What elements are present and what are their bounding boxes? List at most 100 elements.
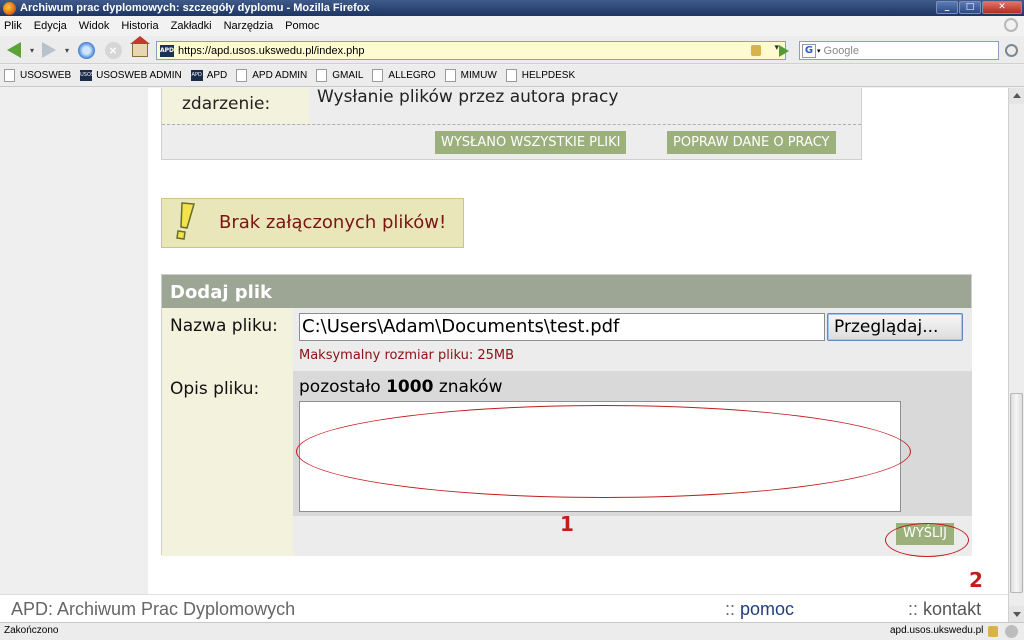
filename-input[interactable]: C:\Users\Adam\Documents\test.pdf	[299, 313, 825, 341]
bookmark-helpdesk[interactable]: HELPDESK	[505, 69, 575, 82]
event-value: Wysłanie plików przez autora pracy	[317, 88, 619, 107]
contact-link[interactable]: kontakt	[923, 599, 981, 619]
apd-icon: APD	[190, 70, 203, 81]
close-button[interactable]: ✕	[982, 1, 1022, 14]
url-bar[interactable]: APD https://apd.usos.ukswedu.pl/index.ph…	[156, 41, 786, 60]
remaining-prefix: pozostało	[299, 377, 387, 397]
menu-bar: Plik Edycja Widok Historia Zakładki Narz…	[0, 16, 1024, 36]
footer-separator: ::	[725, 599, 736, 619]
page-icon	[236, 69, 248, 82]
edit-thesis-data-button[interactable]: POPRAW DANE O PRACY	[667, 131, 836, 154]
minimize-button[interactable]: _	[936, 1, 958, 14]
menu-historia[interactable]: Historia	[121, 20, 158, 32]
scrollbar-thumb[interactable]	[1010, 393, 1023, 593]
footer-contact: :: kontakt	[908, 599, 981, 620]
firefox-icon	[3, 1, 16, 15]
page-icon	[372, 69, 384, 82]
bookmark-gmail[interactable]: GMAIL	[316, 69, 363, 82]
stop-button[interactable]: ×	[103, 40, 123, 60]
forward-arrow-icon	[42, 42, 56, 58]
reload-icon	[77, 41, 95, 59]
event-panel: zdarzenie: Wysłanie plików przez autora …	[161, 88, 862, 160]
menu-plik[interactable]: Plik	[4, 20, 22, 32]
annotation-ellipse-send	[885, 523, 969, 557]
annotation-number-2: 2	[969, 568, 983, 592]
form-title: Dodaj plik	[170, 282, 272, 303]
back-history-dropdown[interactable]: ▾	[28, 40, 36, 60]
bookmark-apd-admin[interactable]: APD ADMIN	[236, 69, 307, 82]
maximize-button[interactable]: □	[959, 1, 981, 14]
back-button[interactable]	[3, 40, 25, 60]
usos-icon: USOS	[80, 70, 94, 81]
submit-cell: WYŚLIJ	[293, 516, 972, 556]
footer-separator: ::	[908, 599, 919, 619]
exclamation-icon	[176, 202, 195, 240]
bookmarks-bar: USOSWEB USOS USOSWEB ADMIN APD APD APD ADM…	[0, 65, 1024, 87]
go-arrow-icon	[779, 45, 789, 57]
no-files-warning: Brak załączonych plików!	[161, 198, 464, 248]
event-label-cell: zdarzenie:	[162, 88, 309, 124]
bookmark-usosweb-admin[interactable]: USOS USOSWEB ADMIN	[80, 70, 182, 81]
go-button[interactable]	[776, 43, 792, 59]
bookmark-apd[interactable]: APD APD	[190, 70, 227, 81]
addon-status-icon[interactable]	[1005, 625, 1018, 638]
description-label-cell: Opis pliku:	[162, 371, 293, 516]
annotation-ellipse-textarea	[296, 405, 911, 498]
search-input[interactable]: Google	[824, 45, 859, 57]
page-icon	[444, 69, 456, 82]
home-icon	[130, 36, 150, 57]
annotation-number-1: 1	[560, 512, 574, 536]
site-favicon-icon: APD	[160, 44, 174, 57]
filename-label-cell: Nazwa pliku:	[162, 308, 293, 371]
menu-narzedzia[interactable]: Narzędzia	[224, 20, 274, 32]
status-text: Zakończono	[4, 625, 59, 636]
reload-button[interactable]	[76, 40, 96, 60]
window-controls: _ □ ✕	[936, 1, 1022, 14]
bookmark-usosweb[interactable]: USOSWEB	[4, 69, 71, 82]
page-icon	[505, 69, 517, 82]
page-footer: APD: Archiwum Prac Dyplomowych :: pomoc …	[0, 594, 1008, 622]
forward-button[interactable]	[38, 40, 60, 60]
padlock-icon[interactable]	[988, 626, 998, 637]
home-button[interactable]	[130, 36, 150, 60]
remaining-count: 1000	[386, 377, 434, 397]
browse-button[interactable]: Przeglądaj...	[827, 313, 963, 341]
back-arrow-icon	[7, 42, 21, 58]
stop-icon: ×	[104, 41, 122, 59]
status-domain[interactable]: apd.usos.ukswedu.pl	[890, 625, 983, 636]
description-label: Opis pliku:	[170, 379, 260, 399]
all-files-sent-button[interactable]: WYSŁANO WSZYSTKIE PLIKI	[435, 131, 627, 154]
window-title: Archiwum prac dyplomowych: szczegóły dyp…	[20, 2, 370, 14]
help-link[interactable]: pomoc	[740, 599, 794, 619]
url-text[interactable]: https://apd.usos.ukswedu.pl/index.php	[178, 45, 365, 57]
menu-edycja[interactable]: Edycja	[34, 20, 67, 32]
forward-history-dropdown[interactable]: ▾	[63, 40, 71, 60]
window-titlebar: Archiwum prac dyplomowych: szczegóły dyp…	[0, 0, 1024, 16]
status-bar: Zakończono apd.usos.ukswedu.pl	[0, 622, 1024, 640]
scroll-up-button[interactable]	[1009, 88, 1024, 104]
max-file-size-note: Maksymalny rozmiar pliku: 25MB	[299, 348, 515, 363]
bookmark-allegro[interactable]: ALLEGRO	[372, 69, 436, 82]
menu-zakladki[interactable]: Zakładki	[171, 20, 212, 32]
footer-site-name: APD: Archiwum Prac Dyplomowych	[11, 599, 296, 619]
search-engine-dropdown-icon[interactable]: ▾	[817, 47, 821, 55]
page-icon	[316, 69, 328, 82]
bookmark-mimuw[interactable]: MIMUW	[444, 69, 497, 82]
submit-label-cell	[162, 516, 293, 556]
page-viewport: zdarzenie: Wysłanie plików przez autora …	[0, 88, 1008, 622]
search-icon[interactable]	[1005, 44, 1018, 57]
search-box[interactable]: G ▾ Google	[799, 41, 1018, 60]
browse-label: Przeglądaj...	[834, 317, 939, 337]
scroll-down-button[interactable]	[1009, 606, 1024, 622]
warning-text: Brak załączonych plików!	[219, 212, 447, 233]
filename-cell: C:\Users\Adam\Documents\test.pdf Przeglą…	[293, 308, 972, 371]
page-icon	[4, 69, 15, 82]
menu-widok[interactable]: Widok	[79, 20, 110, 32]
lock-icon[interactable]	[751, 45, 761, 56]
form-header: Dodaj plik	[162, 275, 971, 308]
vertical-scrollbar[interactable]	[1008, 88, 1024, 622]
menu-pomoc[interactable]: Pomoc	[285, 20, 319, 32]
event-label: zdarzenie:	[182, 94, 271, 114]
search-engine-icon[interactable]: G	[802, 43, 816, 58]
remaining-suffix: znaków	[433, 377, 503, 397]
